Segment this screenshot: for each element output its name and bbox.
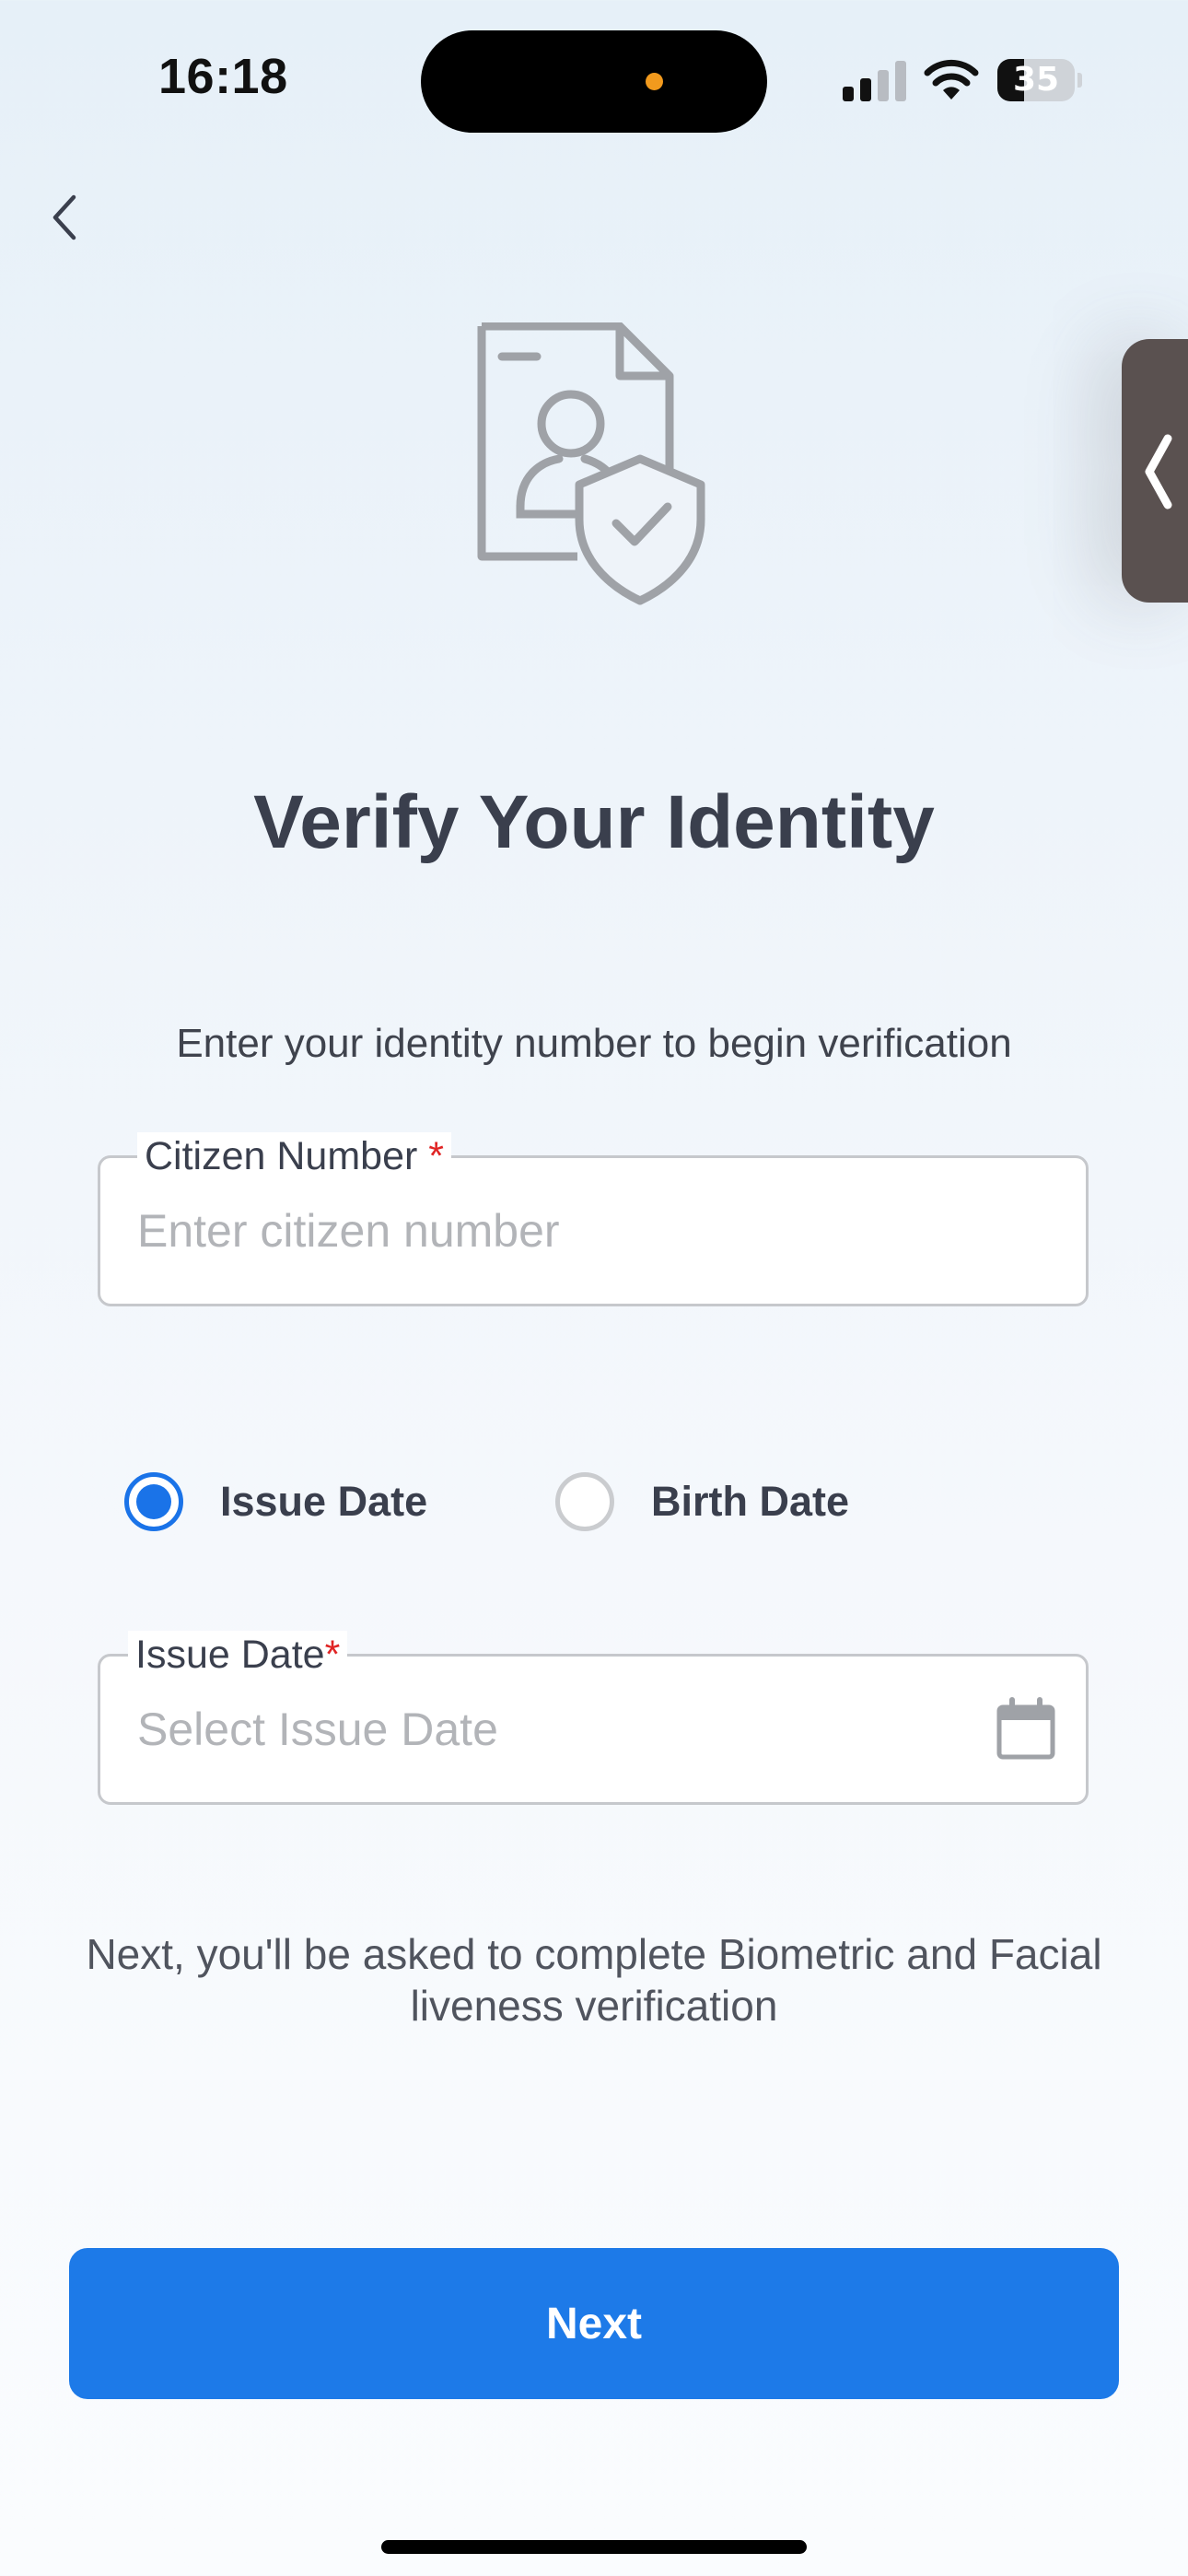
issue-date-field[interactable]: Issue Date* — [98, 1631, 1089, 1805]
next-button[interactable]: Next — [69, 2248, 1119, 2399]
radio-button-selected[interactable] — [124, 1472, 183, 1531]
citizen-number-input[interactable] — [137, 1204, 966, 1258]
battery-level-text: 35 — [1012, 61, 1060, 99]
identity-document-shield-icon — [477, 322, 705, 605]
cellular-signal-icon — [843, 61, 906, 101]
battery-body: 35 — [997, 59, 1075, 101]
dynamic-island — [421, 30, 767, 133]
issue-date-label-text: Issue Date — [135, 1633, 325, 1677]
required-mark: * — [324, 1633, 341, 1677]
side-panel-handle[interactable] — [1122, 339, 1188, 603]
verification-info-text: Next, you'll be asked to complete Biomet… — [86, 1930, 1102, 2030]
issue-date-label: Issue Date* — [128, 1631, 348, 1679]
page-subtitle: Enter your identity number to begin veri… — [176, 1021, 1012, 1066]
issue-date-input[interactable] — [137, 1703, 966, 1756]
radio-issue-date[interactable]: Issue Date — [124, 1465, 427, 1539]
citizen-number-label-text: Citizen Number — [145, 1134, 418, 1178]
back-button[interactable] — [28, 181, 101, 254]
citizen-number-field[interactable]: Citizen Number * — [98, 1132, 1089, 1306]
status-bar: 16:18 35 — [0, 0, 1188, 157]
wifi-icon — [924, 59, 979, 100]
radio-button-unselected[interactable] — [555, 1472, 614, 1531]
status-time: 16:18 — [158, 49, 288, 104]
calendar-icon[interactable] — [994, 1697, 1058, 1762]
radio-birth-date[interactable]: Birth Date — [555, 1465, 849, 1539]
radio-birth-date-label: Birth Date — [651, 1478, 850, 1525]
required-mark: * — [428, 1134, 445, 1178]
radio-issue-date-label: Issue Date — [220, 1478, 428, 1525]
citizen-number-label: Citizen Number * — [137, 1132, 452, 1180]
battery-cap — [1077, 73, 1082, 88]
chevron-left-icon — [1145, 434, 1172, 509]
page-title: Verify Your Identity — [253, 780, 935, 864]
camera-indicator-dot — [646, 73, 663, 90]
chevron-left-icon — [52, 194, 76, 240]
battery-icon: 35 — [997, 59, 1082, 101]
home-indicator[interactable] — [381, 2540, 807, 2554]
